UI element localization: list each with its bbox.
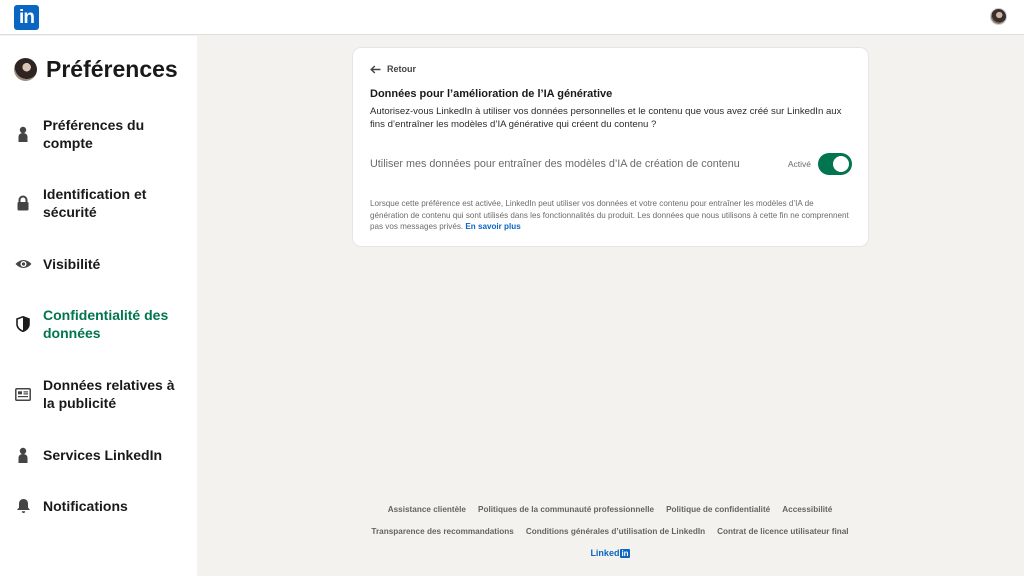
avatar xyxy=(14,58,37,81)
footer-link-recommendation-transparency[interactable]: Transparence des recommandations xyxy=(371,527,513,536)
sidebar-item-data-privacy[interactable]: Confidentialité des données xyxy=(14,306,189,342)
sidebar-item-linkedin-services[interactable]: Services LinkedIn xyxy=(14,446,189,464)
footer-link-user-agreement[interactable]: Conditions générales d’utilisation de Li… xyxy=(526,527,705,536)
sidebar-item-label: Données relatives à la publicité xyxy=(43,377,175,411)
arrow-left-icon xyxy=(370,64,381,74)
footer-link-customer-support[interactable]: Assistance clientèle xyxy=(388,505,466,514)
sidebar-item-label: Préférences du compte xyxy=(43,117,145,151)
setting-label: Utiliser mes données pour entraîner des … xyxy=(370,158,740,170)
sidebar-item-label: Confidentialité des données xyxy=(43,307,169,341)
eye-icon xyxy=(14,255,32,273)
sidebar-item-label: Visibilité xyxy=(43,256,101,272)
linkedin-logo[interactable]: in xyxy=(14,5,39,30)
sidebar-item-label: Notifications xyxy=(43,498,128,514)
card-note: Lorsque cette préférence est activée, Li… xyxy=(370,198,850,233)
footer-link-accessibility[interactable]: Accessibilité xyxy=(782,505,832,514)
sidebar-item-security[interactable]: Identification et sécurité xyxy=(14,185,189,221)
sidebar-item-label: Services LinkedIn xyxy=(43,447,163,463)
card-description: Autorisez-vous LinkedIn à utiliser vos d… xyxy=(370,106,842,130)
footer-brand-box: in xyxy=(620,549,630,558)
page-title: Préférences xyxy=(46,56,178,82)
lock-icon xyxy=(14,194,32,212)
sidebar-item-label: Identification et sécurité xyxy=(43,186,147,220)
footer-links-row-1: Assistance clientèle Politiques de la co… xyxy=(340,505,880,514)
profile-avatar-button[interactable] xyxy=(990,8,1007,25)
learn-more-link[interactable]: En savoir plus xyxy=(465,222,520,231)
bell-icon xyxy=(14,497,32,515)
sidebar-item-visibility[interactable]: Visibilité xyxy=(14,255,189,273)
person-icon xyxy=(14,446,32,464)
footer-link-community-policies[interactable]: Politiques de la communauté professionne… xyxy=(478,505,654,514)
sidebar-item-account-preferences[interactable]: Préférences du compte xyxy=(14,116,189,152)
back-label: Retour xyxy=(387,64,416,74)
setting-row: Utiliser mes données pour entraîner des … xyxy=(370,151,852,177)
back-button[interactable]: Retour xyxy=(370,64,416,74)
footer-link-eula[interactable]: Contrat de licence utilisateur final xyxy=(717,527,848,536)
sidebar-item-notifications[interactable]: Notifications xyxy=(14,497,189,515)
person-icon xyxy=(14,125,32,143)
footer-links-row-2: Transparence des recommandations Conditi… xyxy=(340,527,880,536)
card-title: Données pour l’amélioration de l’IA géné… xyxy=(370,88,613,100)
shield-icon xyxy=(14,315,32,333)
footer-linkedin-logo: Linked in xyxy=(340,548,880,558)
toggle-state-label: Activé xyxy=(787,159,811,169)
footer-brand-text: Linked xyxy=(590,548,620,558)
top-nav-bar: in xyxy=(0,0,1024,35)
ai-training-toggle[interactable] xyxy=(818,153,852,175)
note-text: Lorsque cette préférence est activée, Li… xyxy=(370,199,849,231)
sidebar-header: Préférences xyxy=(14,56,178,83)
newspaper-icon xyxy=(14,385,32,403)
footer-link-privacy-policy[interactable]: Politique de confidentialité xyxy=(666,505,770,514)
settings-sidebar: Préférences Préférences du compte Identi… xyxy=(0,36,197,576)
toggle-knob xyxy=(833,156,849,172)
sidebar-item-advertising-data[interactable]: Données relatives à la publicité xyxy=(14,376,189,412)
ai-data-settings-card: Retour Données pour l’amélioration de l’… xyxy=(353,48,868,246)
